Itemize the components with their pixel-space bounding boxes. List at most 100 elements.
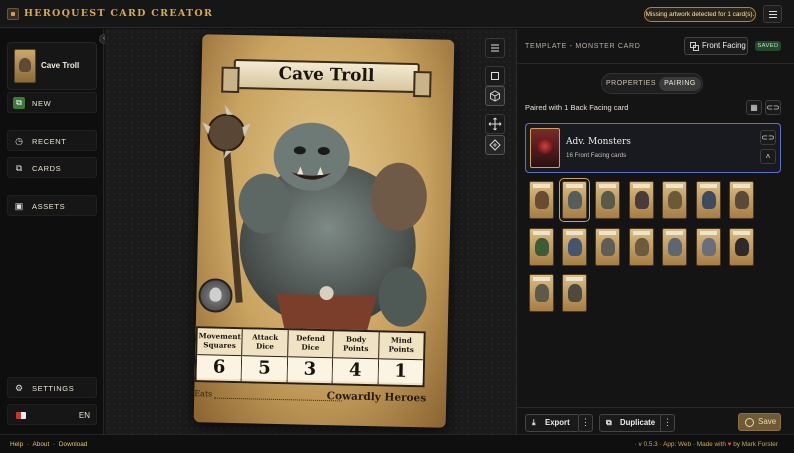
front-facing-button[interactable]: Front Facing [684, 37, 748, 55]
grid-card[interactable] [629, 181, 654, 219]
sliders-icon [491, 44, 499, 52]
stat-value: 1 [378, 358, 424, 384]
duplicate-button[interactable]: ⧉ Duplicate [599, 414, 669, 432]
unlink-button[interactable]: ⊂⊃ [765, 100, 781, 115]
tab-pairing[interactable]: PAIRING [659, 77, 701, 91]
stat-value: 6 [196, 354, 242, 380]
duplicate-label: Duplicate [620, 418, 656, 427]
grid-card[interactable] [662, 181, 687, 219]
new-label: NEW [32, 99, 52, 108]
app-title: HEROQUEST CARD CREATOR [24, 8, 214, 19]
grid-icon: ▦ [750, 103, 758, 112]
cards-icon: ⧉ [15, 163, 23, 173]
cave-troll-artwork [202, 104, 427, 336]
language-selector[interactable]: EN [7, 404, 97, 425]
panel-actions: ⤓ Export ⋮ ⧉ Duplicate ⋮ Save [517, 407, 794, 434]
grid-card[interactable] [696, 181, 721, 219]
author-text[interactable]: by Mark Forster [733, 441, 778, 448]
export-more-button[interactable]: ⋮ [578, 414, 593, 432]
stat-movement: Movement Squares 6 [196, 328, 244, 382]
grid-card[interactable] [562, 228, 587, 266]
duplicate-more-button[interactable]: ⋮ [660, 414, 675, 432]
cards-button[interactable]: ⧉ CARDS [7, 157, 97, 178]
link-icon: ⊂⊃ [766, 103, 780, 112]
grid-card[interactable] [629, 228, 654, 266]
pair-grid-button[interactable]: ▦ [746, 100, 762, 115]
template-label: TEMPLATE - MONSTER CARD [525, 43, 641, 50]
deck-thumbnail [530, 128, 560, 168]
download-link[interactable]: Download [59, 441, 87, 448]
app-mode-text: App: Web [663, 441, 692, 448]
save-button[interactable]: Save [738, 413, 781, 431]
paired-status: Paired with 1 Back Facing card [525, 103, 629, 112]
more-vertical-icon: ⋮ [663, 417, 672, 427]
stat-attack: Attack Dice 5 [241, 329, 289, 383]
flavor-dots [214, 397, 343, 402]
more-vertical-icon: ⋮ [581, 417, 590, 427]
made-with-text: Made with [696, 441, 726, 448]
stat-label: Defend Dice [296, 333, 326, 352]
stat-mind: Mind Points 1 [378, 332, 424, 385]
flavor-right: Cowardly Heroes [326, 390, 427, 405]
settings-label: SETTINGS [32, 384, 75, 393]
tab-properties[interactable]: PROPERTIES [605, 77, 657, 91]
move-tool-button[interactable] [485, 114, 505, 134]
right-panel: TEMPLATE - MONSTER CARD Front Facing SAV… [516, 29, 794, 434]
footer-links: Help · About · Download [10, 441, 88, 448]
gear-icon: ⚙ [14, 383, 24, 393]
recent-label: RECENT [32, 137, 67, 146]
cube-icon [490, 90, 500, 102]
grid-card-selected[interactable] [559, 178, 590, 222]
assets-label: ASSETS [32, 202, 66, 211]
status-footer: Help · About · Download · v 0.5.3 · App:… [0, 434, 794, 453]
export-button[interactable]: ⤓ Export [525, 414, 580, 432]
flip-icon [489, 139, 501, 151]
grid-card[interactable] [595, 228, 620, 266]
settings-button[interactable]: ⚙ SETTINGS [7, 377, 97, 398]
hamburger-menu-button[interactable] [763, 5, 782, 23]
language-code: EN [78, 411, 90, 420]
missing-artwork-warning[interactable]: Missing artwork detected for 1 card(s). [644, 7, 756, 22]
heart-icon: ♥ [727, 441, 732, 448]
help-link[interactable]: Help [10, 441, 23, 448]
grid-card[interactable] [529, 181, 554, 219]
menu-icon [769, 11, 777, 12]
grid-card[interactable] [529, 228, 554, 266]
grid-card[interactable] [696, 228, 721, 266]
paired-deck[interactable]: Adv. Monsters 16 Front Facing cards ⊂⊃ ˄ [525, 123, 781, 173]
stat-value: 5 [242, 355, 287, 381]
grid-card[interactable] [662, 228, 687, 266]
current-card-thumbnail [14, 49, 36, 83]
flip-card-button[interactable] [485, 135, 505, 155]
deck-link-button[interactable]: ⊂⊃ [760, 130, 776, 145]
check-circle-icon [745, 418, 754, 427]
grid-card[interactable] [729, 181, 754, 219]
copy-icon: ⧉ [606, 418, 612, 427]
new-card-icon: ⧉ [13, 97, 25, 109]
new-button[interactable]: ⧉ NEW [7, 92, 97, 113]
chevron-up-icon: ˄ [765, 152, 771, 161]
footer-meta: · v 0.5.3 · App: Web · Made with ♥ by Ma… [634, 441, 778, 448]
grid-card[interactable] [529, 274, 554, 312]
panel-header: TEMPLATE - MONSTER CARD Front Facing SAV… [517, 29, 794, 64]
square-view-button[interactable] [485, 66, 505, 86]
stat-body: Body Points 4 [332, 331, 380, 385]
current-card-item[interactable]: Cave Troll [7, 42, 97, 90]
3d-view-button[interactable] [485, 86, 505, 106]
stat-defend: Defend Dice 3 [287, 330, 334, 384]
grid-card[interactable] [729, 228, 754, 266]
about-link[interactable]: About [33, 441, 50, 448]
card-preview[interactable]: Cave Troll Movement Squares 6 Attack Dic [193, 34, 455, 428]
grid-card[interactable] [562, 274, 587, 312]
current-card-name: Cave Troll [41, 61, 80, 70]
export-label: Export [545, 418, 570, 427]
deck-name: Adv. Monsters [566, 137, 631, 147]
card-title: Cave Troll [278, 63, 375, 87]
recent-button[interactable]: ◷ RECENT [7, 130, 97, 151]
stats-table: Movement Squares 6 Attack Dice 5 Defend … [194, 326, 426, 388]
clock-icon: ◷ [15, 136, 23, 146]
adjust-sliders-button[interactable] [485, 38, 505, 58]
assets-button[interactable]: ▣ ASSETS [7, 195, 97, 216]
deck-collapse-button[interactable]: ˄ [760, 149, 776, 164]
grid-card[interactable] [595, 181, 620, 219]
